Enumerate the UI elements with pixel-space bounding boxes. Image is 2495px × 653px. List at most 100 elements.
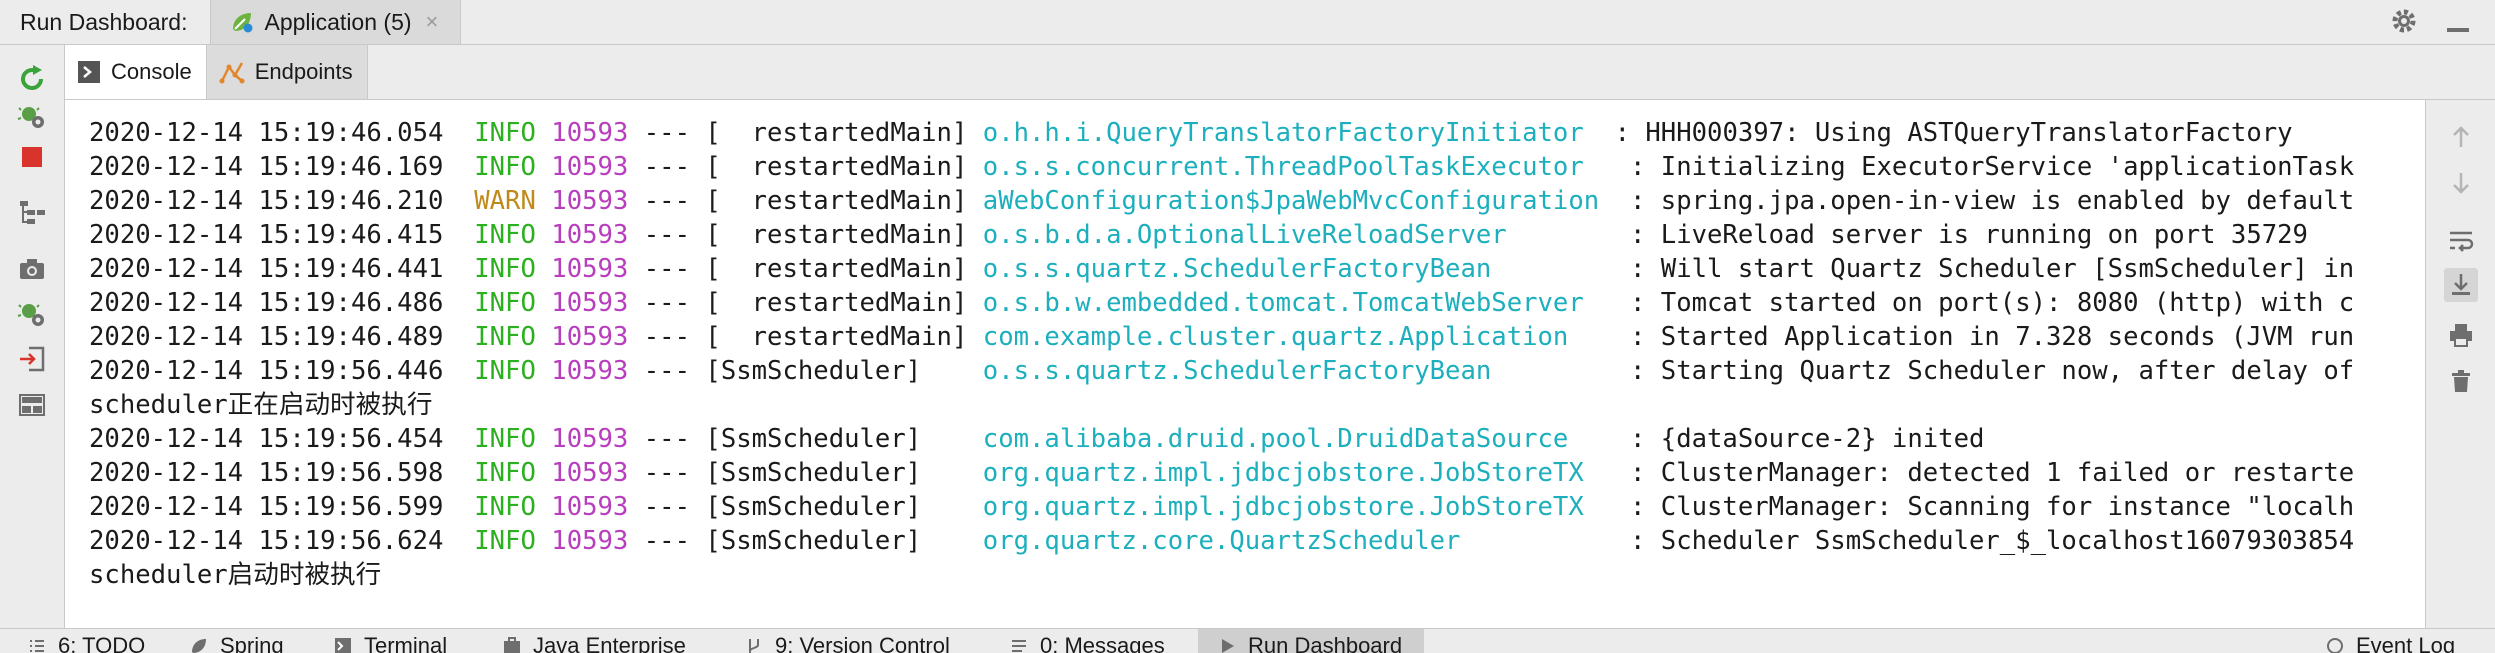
log-message: : {dataSource-2} inited xyxy=(1629,424,1985,454)
log-line: 2020-12-14 15:19:46.415 INFO 10593 --- [… xyxy=(89,218,2421,252)
log-thread: [ restartedMain] xyxy=(705,322,968,352)
log-message: : Tomcat started on port(s): 8080 (http)… xyxy=(1629,288,2355,318)
tab-messages-label: 0: Messages xyxy=(1040,633,1165,653)
log-message: : LiveReload server is running on port 3… xyxy=(1629,220,2308,250)
log-message: : Scheduler SsmScheduler_$_localhost1607… xyxy=(1629,526,2355,556)
tab-version-control[interactable]: 9: Version Control xyxy=(745,633,950,653)
stop-icon[interactable] xyxy=(16,141,48,173)
log-pid: 10593 xyxy=(551,526,629,556)
log-pid: 10593 xyxy=(551,186,629,216)
log-pid: 10593 xyxy=(551,152,629,182)
log-plain-text: scheduler启动时被执行 xyxy=(89,560,382,590)
log-logger: com.alibaba.druid.pool.DruidDataSource xyxy=(982,424,1615,454)
rerun-debug-icon[interactable] xyxy=(16,99,48,131)
print-icon[interactable] xyxy=(2444,318,2478,352)
trash-icon[interactable] xyxy=(2444,364,2478,398)
log-separator: --- xyxy=(643,526,690,556)
log-timestamp: 2020-12-14 15:19:46.210 xyxy=(89,186,444,216)
panel-title: Run Dashboard: xyxy=(20,8,188,35)
tab-endpoints-label: Endpoints xyxy=(254,59,353,84)
tab-event-log-label: Event Log xyxy=(2356,633,2456,653)
log-logger: org.quartz.core.QuartzScheduler xyxy=(982,526,1615,556)
log-level: WARN xyxy=(474,186,536,216)
log-pid: 10593 xyxy=(551,118,629,148)
log-level: INFO xyxy=(474,152,536,182)
tab-java-enterprise[interactable]: Java Enterprise xyxy=(503,633,686,653)
tab-messages[interactable]: 0: Messages xyxy=(1010,633,1165,653)
todo-icon xyxy=(30,640,44,652)
java-enterprise-icon xyxy=(504,637,520,653)
log-thread: [SsmScheduler] xyxy=(705,526,922,556)
log-level: INFO xyxy=(474,356,536,386)
messages-icon xyxy=(1012,640,1026,652)
tab-run-dashboard-label: Run Dashboard xyxy=(1248,633,1403,653)
log-timestamp: 2020-12-14 15:19:46.054 xyxy=(89,118,444,148)
log-timestamp: 2020-12-14 15:19:56.599 xyxy=(89,492,444,522)
console-output[interactable]: 2020-12-14 15:19:46.054 INFO 10593 --- [… xyxy=(65,100,2425,628)
camera-icon[interactable] xyxy=(16,253,48,285)
spring-boot-icon xyxy=(229,9,255,35)
tab-todo[interactable]: 6: TODO xyxy=(28,633,145,653)
tab-terminal[interactable]: Terminal xyxy=(334,633,447,653)
log-logger: com.example.cluster.quartz.Application xyxy=(982,322,1615,352)
log-pid: 10593 xyxy=(551,220,629,250)
soft-wrap-icon[interactable] xyxy=(2444,224,2478,258)
log-separator: --- xyxy=(643,118,690,148)
tab-endpoints[interactable]: Endpoints xyxy=(206,45,368,99)
log-message: : spring.jpa.open-in-view is enabled by … xyxy=(1629,186,2355,216)
log-thread: [SsmScheduler] xyxy=(705,458,922,488)
group-by-icon[interactable] xyxy=(16,197,48,229)
log-level: INFO xyxy=(474,526,536,556)
event-log-icon xyxy=(2327,638,2343,653)
console-tabs: Console Endpoints xyxy=(65,45,2495,100)
login-icon[interactable] xyxy=(16,343,48,375)
tab-run-dashboard[interactable]: Run Dashboard xyxy=(1198,629,1425,653)
run-dashboard-header: Run Dashboard: Application (5) × xyxy=(0,0,2495,45)
log-thread: [ restartedMain] xyxy=(705,186,968,216)
log-logger: o.s.s.concurrent.ThreadPoolTaskExecutor xyxy=(982,152,1615,182)
log-logger: org.quartz.impl.jdbcjobstore.JobStoreTX xyxy=(982,458,1615,488)
debug-settings-icon[interactable] xyxy=(16,297,48,329)
log-message: : ClusterManager: detected 1 failed or r… xyxy=(1629,458,2355,488)
log-message: : Will start Quartz Scheduler [SsmSchedu… xyxy=(1629,254,2355,284)
log-line: 2020-12-14 15:19:56.454 INFO 10593 --- [… xyxy=(89,422,2421,456)
log-line: 2020-12-14 15:19:56.598 INFO 10593 --- [… xyxy=(89,456,2421,490)
log-separator: --- xyxy=(643,288,690,318)
log-thread: [ restartedMain] xyxy=(705,220,968,250)
tab-spring-label: Spring xyxy=(220,633,284,653)
version-control-icon xyxy=(749,639,759,653)
minimize-icon[interactable] xyxy=(2443,6,2473,41)
tab-terminal-label: Terminal xyxy=(364,633,448,653)
tab-application[interactable]: Application (5) × xyxy=(209,0,462,44)
tab-spring[interactable]: Spring xyxy=(190,633,284,653)
log-level: INFO xyxy=(474,220,536,250)
tab-todo-label: 6: TODO xyxy=(58,633,146,653)
tab-event-log[interactable]: Event Log xyxy=(2326,633,2455,653)
log-timestamp: 2020-12-14 15:19:46.415 xyxy=(89,220,444,250)
log-separator: --- xyxy=(643,356,690,386)
tab-console[interactable]: Console xyxy=(65,45,207,99)
tab-application-label: Application (5) xyxy=(264,8,412,35)
layout-icon[interactable] xyxy=(16,389,48,421)
log-thread: [ restartedMain] xyxy=(705,152,968,182)
log-separator: --- xyxy=(643,220,690,250)
log-message: : Starting Quartz Scheduler now, after d… xyxy=(1629,356,2355,386)
log-pid: 10593 xyxy=(551,254,629,284)
log-timestamp: 2020-12-14 15:19:56.454 xyxy=(89,424,444,454)
log-thread: [ restartedMain] xyxy=(705,254,968,284)
log-line: 2020-12-14 15:19:56.599 INFO 10593 --- [… xyxy=(89,490,2421,524)
log-line: 2020-12-14 15:19:46.489 INFO 10593 --- [… xyxy=(89,320,2421,354)
arrow-down-icon[interactable] xyxy=(2444,166,2478,200)
arrow-up-icon[interactable] xyxy=(2444,120,2478,154)
scroll-to-end-icon[interactable] xyxy=(2444,268,2478,302)
log-line: scheduler启动时被执行 xyxy=(89,558,2421,592)
gear-icon[interactable] xyxy=(2389,6,2419,41)
log-pid: 10593 xyxy=(551,458,629,488)
rerun-icon[interactable] xyxy=(16,63,48,95)
log-message: : HHH000397: Using ASTQueryTranslatorFac… xyxy=(1614,118,2293,148)
log-level: INFO xyxy=(474,254,536,284)
close-icon[interactable]: × xyxy=(426,9,439,35)
log-level: INFO xyxy=(474,322,536,352)
log-line: 2020-12-14 15:19:46.486 INFO 10593 --- [… xyxy=(89,286,2421,320)
console-icon xyxy=(77,60,101,84)
